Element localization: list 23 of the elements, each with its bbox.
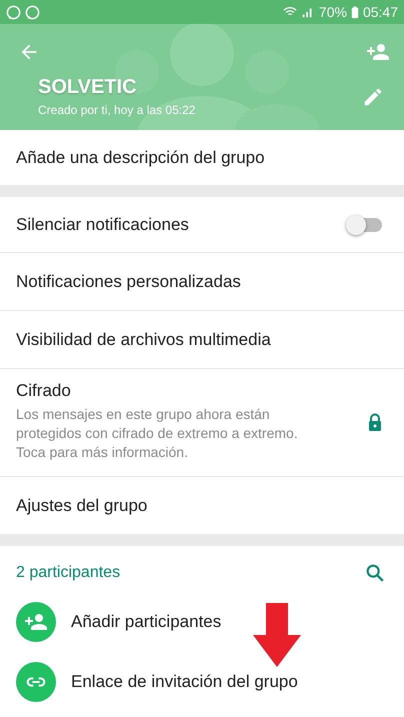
created-info: Creado por ti, hoy a las 05:22 — [38, 103, 196, 117]
link-icon — [16, 662, 56, 702]
battery-icon — [350, 6, 359, 18]
chat-bubble-icon — [6, 4, 21, 20]
search-icon — [364, 562, 386, 584]
setting-label: Silenciar notificaciones — [16, 214, 189, 234]
add-person-icon — [16, 602, 56, 642]
setting-label: Cifrado — [16, 381, 72, 401]
clock-time: 05:47 — [362, 4, 398, 20]
settings-item[interactable]: Notificaciones personalizadas — [0, 252, 404, 310]
down-arrow-icon — [253, 603, 301, 667]
participant-action[interactable]: Añadir participantes — [71, 592, 404, 652]
participants-heading: 2 participantes — [16, 564, 120, 582]
toggle-switch[interactable] — [348, 218, 382, 232]
lock-icon — [368, 412, 382, 430]
battery-percent: 70% — [318, 4, 347, 20]
participant-action[interactable]: Enlace de invitación del grupo — [71, 652, 404, 712]
description-item[interactable]: Añade una descripción del grupo — [0, 130, 404, 185]
settings-item[interactable]: Visibilidad de archivos multimedia — [0, 310, 404, 368]
setting-description: Los mensajes en este grupo ahora están protegidos con cifrado de extremo a extremo. Toca para más información. — [16, 405, 299, 462]
chat-bubble-icon — [25, 4, 40, 20]
group-name: SOLVETIC — [38, 76, 138, 99]
settings-item[interactable]: Ajustes del grupo — [0, 476, 404, 534]
